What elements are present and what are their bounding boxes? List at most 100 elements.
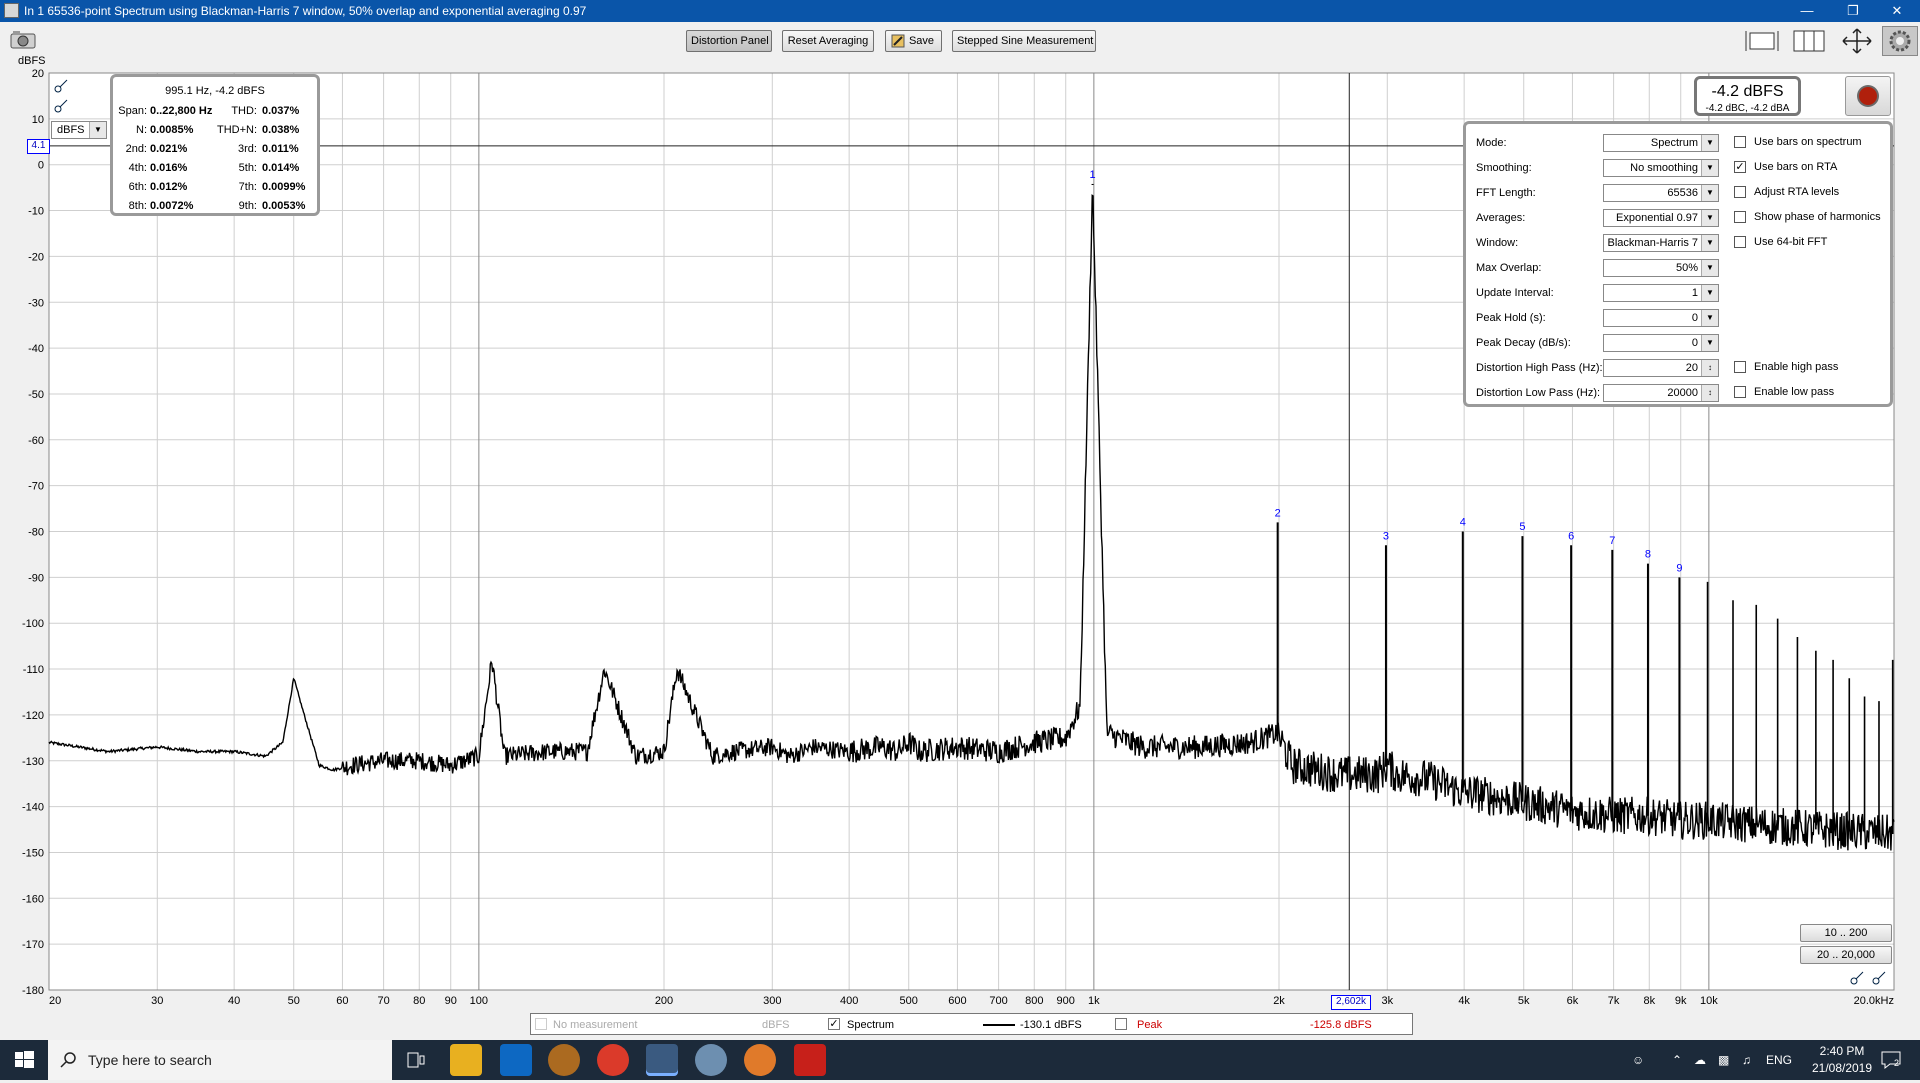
harmonic-label: 9: [1676, 562, 1682, 574]
no-measurement-unit: dBFS: [762, 1019, 790, 1031]
chevron-down-icon[interactable]: ▼: [1701, 160, 1718, 176]
x-tick-label: 70: [377, 995, 389, 1007]
checkmark-icon[interactable]: ✓: [1734, 161, 1746, 173]
x-tick-label: 6k: [1567, 995, 1579, 1007]
control-label: Update Interval:: [1476, 287, 1554, 299]
combo-select[interactable]: No smoothing ▼: [1603, 159, 1719, 177]
rew-icon[interactable]: [646, 1044, 678, 1076]
spinner-icon[interactable]: ↕: [1701, 385, 1718, 401]
windows-start-icon[interactable]: [0, 1040, 48, 1080]
clock-time[interactable]: 2:40 PM: [1812, 1044, 1872, 1058]
clock-date[interactable]: 21/08/2019: [1806, 1061, 1878, 1075]
level-meter: -4.2 dBFS -4.2 dBC, -4.2 dBA: [1694, 76, 1801, 116]
tray-chevron-icon[interactable]: ⌃: [1672, 1053, 1682, 1067]
chevron-down-icon[interactable]: ▼: [1701, 135, 1718, 151]
control-value: 0: [1691, 312, 1698, 324]
task-view-icon[interactable]: [400, 1044, 432, 1076]
chevron-down-icon[interactable]: ▼: [1701, 185, 1718, 201]
option-label: Enable high pass: [1754, 361, 1839, 373]
unit-select[interactable]: dBFS ▼: [51, 121, 107, 139]
pdf-icon[interactable]: [794, 1044, 826, 1076]
spin-input[interactable]: 20000 ↕: [1603, 384, 1719, 402]
volume-icon[interactable]: ♫: [1742, 1053, 1751, 1067]
checkbox-box[interactable]: [1734, 236, 1746, 248]
combo-select[interactable]: Exponential 0.97 ▼: [1603, 209, 1719, 227]
people-icon[interactable]: ☺: [1632, 1053, 1644, 1067]
spinner-icon[interactable]: ↕: [1701, 360, 1718, 376]
range-20-20000-button[interactable]: 20 .. 20,000: [1800, 946, 1892, 964]
distortion-label: 2nd:: [125, 143, 147, 155]
taskbar-search[interactable]: Type here to search: [48, 1040, 392, 1080]
combo-select[interactable]: 0 ▼: [1603, 334, 1719, 352]
x-tick-label: 4k: [1458, 995, 1470, 1007]
app-icon-orange[interactable]: [744, 1044, 776, 1076]
y-tick-label: -110: [23, 664, 44, 676]
checkbox-box[interactable]: [1734, 136, 1746, 148]
x-tick-label: 30: [151, 995, 163, 1007]
distortion-label: 8th:: [128, 200, 147, 212]
spectrum-checkbox[interactable]: ✓: [828, 1018, 840, 1030]
range-10-200-button[interactable]: 10 .. 200: [1800, 924, 1892, 942]
cursor-x-readout: 2,602k: [1331, 995, 1371, 1010]
distortion-label: 6th:: [128, 181, 147, 193]
x-tick-label: 400: [840, 995, 858, 1007]
checkbox-box[interactable]: [1734, 361, 1746, 373]
x-tick-label: 7k: [1608, 995, 1620, 1007]
x-zoom-out-icon[interactable]: [1871, 970, 1887, 986]
x-zoom-in-icon[interactable]: [1849, 970, 1865, 986]
distortion-label: Span:: [118, 105, 147, 117]
y-tick-label: -60: [28, 435, 44, 447]
app-icon-gold[interactable]: [548, 1044, 580, 1076]
language-indicator[interactable]: ENG: [1766, 1053, 1792, 1067]
combo-select[interactable]: 50% ▼: [1603, 259, 1719, 277]
chevron-down-icon[interactable]: ▼: [1701, 335, 1718, 351]
x-tick-label: 800: [1025, 995, 1043, 1007]
distortion-label: 5th:: [238, 162, 257, 174]
chevron-down-icon[interactable]: ▼: [1701, 210, 1718, 226]
control-value: Exponential 0.97: [1616, 212, 1698, 224]
harmonic-label: 8: [1645, 549, 1651, 561]
app-icon-blue[interactable]: [695, 1044, 727, 1076]
checkbox-box[interactable]: [1734, 386, 1746, 398]
harmonic-label: 2: [1275, 507, 1281, 519]
x-tick-label: 300: [763, 995, 781, 1007]
y-tick-label: -80: [28, 527, 44, 539]
harmonic-label: 1: [1089, 169, 1095, 181]
outlook-icon[interactable]: [500, 1044, 532, 1076]
control-label: Window:: [1476, 237, 1519, 249]
record-button[interactable]: [1845, 76, 1891, 116]
distortion-value: 0.037%: [262, 105, 300, 117]
checkbox-box[interactable]: [1734, 186, 1746, 198]
chevron-down-icon[interactable]: ▼: [1701, 235, 1718, 251]
combo-select[interactable]: 0 ▼: [1603, 309, 1719, 327]
file-explorer-icon[interactable]: [450, 1044, 482, 1076]
peak-checkbox[interactable]: [1115, 1018, 1127, 1030]
notification-icon[interactable]: 2: [1880, 1050, 1910, 1070]
combo-select[interactable]: 65536 ▼: [1603, 184, 1719, 202]
harmonic-label: 7: [1609, 535, 1615, 547]
distortion-value: 0.016%: [150, 162, 188, 174]
zoom-out-icon[interactable]: [53, 98, 69, 114]
cloud-icon[interactable]: ☁: [1694, 1053, 1706, 1067]
network-icon[interactable]: ▩: [1718, 1053, 1729, 1067]
distortion-label: 7th:: [238, 181, 257, 193]
zoom-in-icon[interactable]: [53, 78, 69, 94]
spin-input[interactable]: 20 ↕: [1603, 359, 1719, 377]
combo-select[interactable]: Spectrum ▼: [1603, 134, 1719, 152]
combo-select[interactable]: 1 ▼: [1603, 284, 1719, 302]
combo-select[interactable]: Blackman-Harris 7 ▼: [1603, 234, 1719, 252]
control-value: Blackman-Harris 7: [1607, 237, 1698, 249]
control-label: Max Overlap:: [1476, 262, 1542, 274]
chevron-down-icon[interactable]: ▼: [1701, 310, 1718, 326]
x-tick-label: 40: [228, 995, 240, 1007]
option-label: Show phase of harmonics: [1754, 211, 1881, 223]
chrome-icon[interactable]: [597, 1044, 629, 1076]
chevron-down-icon[interactable]: ▼: [1701, 260, 1718, 276]
y-tick-label: -130: [22, 756, 44, 768]
x-tick-label: 100: [470, 995, 488, 1007]
y-tick-label: -170: [22, 939, 44, 951]
checkbox-box[interactable]: [1734, 211, 1746, 223]
harmonic-label: 4: [1460, 517, 1466, 529]
no-measurement-checkbox[interactable]: [535, 1018, 547, 1030]
chevron-down-icon[interactable]: ▼: [1701, 285, 1718, 301]
